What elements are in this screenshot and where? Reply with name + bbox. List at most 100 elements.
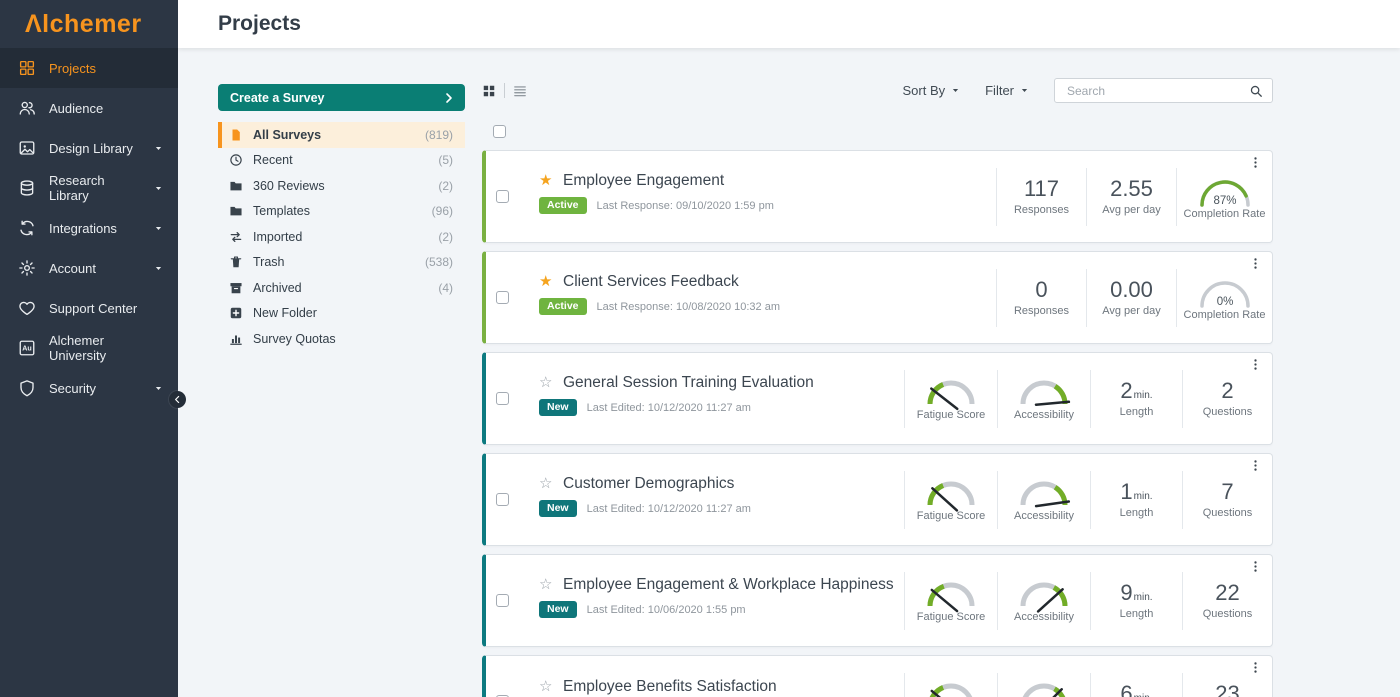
nav-label: Account <box>49 261 96 276</box>
folder-item[interactable]: 360 Reviews (2) <box>218 173 465 199</box>
kebab-menu-icon[interactable] <box>1249 459 1262 472</box>
folder-item[interactable]: Survey Quotas <box>218 326 465 352</box>
accessibility-gauge <box>1011 377 1077 411</box>
star-icon[interactable]: ★ <box>539 173 555 188</box>
survey-checkbox[interactable] <box>496 594 509 607</box>
star-icon[interactable]: ☆ <box>539 476 555 491</box>
folder-item[interactable]: Trash (538) <box>218 250 465 276</box>
sidebar-nav: Projects Audience Design Library <box>0 48 178 408</box>
kebab-menu-icon[interactable] <box>1249 560 1262 573</box>
survey-info: ☆ Employee Engagement & Workplace Happin… <box>539 576 894 619</box>
folder-item[interactable]: Recent (5) <box>218 148 465 174</box>
survey-checkbox[interactable] <box>496 291 509 304</box>
sidebar-item[interactable]: Research Library <box>0 168 178 208</box>
survey-checkbox[interactable] <box>496 493 509 506</box>
sidebar-item[interactable]: Integrations <box>0 208 178 248</box>
fatigue-score-gauge <box>918 377 984 411</box>
folder-item-icon <box>229 281 243 295</box>
sidebar-item[interactable]: Support Center <box>0 288 178 328</box>
nav-icon <box>18 59 36 77</box>
survey-card[interactable]: ☆ Customer Demographics New Last Edited:… <box>482 453 1273 546</box>
svg-text:87%: 87% <box>1213 195 1236 207</box>
survey-title[interactable]: Client Services Feedback <box>563 273 739 291</box>
stat-fatigue-score: Fatigue Score <box>904 673 997 697</box>
stat-responses: 117Responses <box>996 168 1086 226</box>
survey-title[interactable]: Employee Benefits Satisfaction <box>563 678 777 696</box>
list-view-icon[interactable] <box>513 84 527 98</box>
survey-title[interactable]: Employee Engagement <box>563 172 724 190</box>
create-survey-button[interactable]: Create a Survey <box>218 84 465 111</box>
caret-down-icon <box>1020 86 1029 95</box>
star-icon[interactable]: ☆ <box>539 679 555 694</box>
create-survey-label: Create a Survey <box>230 91 325 105</box>
kebab-menu-icon[interactable] <box>1249 661 1262 674</box>
kebab-menu-icon[interactable] <box>1249 358 1262 371</box>
sidebar-item[interactable]: Account <box>0 248 178 288</box>
stat-label: Length <box>1120 507 1154 519</box>
survey-card[interactable]: ★ Employee Engagement Active Last Respon… <box>482 150 1273 243</box>
survey-meta: Last Edited: 10/12/2020 11:27 am <box>587 402 751 414</box>
sidebar-item[interactable]: Projects <box>0 48 178 88</box>
stat-fatigue-score: Fatigue Score <box>904 471 997 529</box>
page-header: Projects <box>178 0 1400 48</box>
toolbar-right: Sort By Filter <box>902 78 1273 103</box>
search-input[interactable] <box>1067 84 1249 98</box>
folder-item[interactable]: New Folder <box>218 301 465 327</box>
survey-card[interactable]: ☆ Employee Engagement & Workplace Happin… <box>482 554 1273 647</box>
folder-item[interactable]: Templates (96) <box>218 199 465 225</box>
star-icon[interactable]: ☆ <box>539 375 555 390</box>
fatigue-score-gauge <box>918 579 984 613</box>
stat-value: 2 <box>1221 379 1233 403</box>
stat-accessibility: Accessibility <box>997 471 1090 529</box>
sidebar-item[interactable]: Audience <box>0 88 178 128</box>
folder-item-icon <box>229 230 243 244</box>
nav-label: Projects <box>49 61 96 76</box>
survey-title[interactable]: Customer Demographics <box>563 475 734 493</box>
survey-checkbox[interactable] <box>496 392 509 405</box>
survey-stats: Fatigue ScoreAccessibility2min.Length2Qu… <box>904 352 1272 445</box>
chevron-right-icon <box>443 92 455 104</box>
nav-label: Alchemer University <box>49 333 163 363</box>
folder-item[interactable]: All Surveys (819) <box>218 122 465 148</box>
select-all-checkbox[interactable] <box>493 125 506 138</box>
status-badge: Active <box>539 197 587 215</box>
stat-label: Responses <box>1014 305 1069 317</box>
nav-label: Research Library <box>49 173 141 203</box>
stat-label: Responses <box>1014 204 1069 216</box>
sort-by-dropdown[interactable]: Sort By <box>902 83 960 98</box>
survey-card[interactable]: ☆ Employee Benefits Satisfaction Fatigue… <box>482 655 1273 697</box>
star-icon[interactable]: ★ <box>539 274 555 289</box>
stat-questions: 2Questions <box>1182 370 1272 428</box>
folder-count: (819) <box>425 128 453 142</box>
folder-item[interactable]: Archived (4) <box>218 275 465 301</box>
caret-down-icon <box>154 144 163 153</box>
survey-title[interactable]: General Session Training Evaluation <box>563 374 814 392</box>
survey-title[interactable]: Employee Engagement & Workplace Happines… <box>563 576 894 594</box>
folder-count: (2) <box>438 179 453 193</box>
stat-label: Fatigue Score <box>917 611 985 623</box>
folder-count: (2) <box>438 230 453 244</box>
survey-card[interactable]: ★ Client Services Feedback Active Last R… <box>482 251 1273 344</box>
filter-dropdown[interactable]: Filter <box>985 83 1029 98</box>
sidebar-item[interactable]: Design Library <box>0 128 178 168</box>
stat-questions: 23Questions <box>1182 673 1272 697</box>
stat-unit: min. <box>1134 693 1153 697</box>
stat-value: 2.55 <box>1110 177 1153 201</box>
survey-card[interactable]: ☆ General Session Training Evaluation Ne… <box>482 352 1273 445</box>
survey-stats: Fatigue ScoreAccessibility9min.Length22Q… <box>904 554 1272 647</box>
kebab-menu-icon[interactable] <box>1249 257 1262 270</box>
folder-label: New Folder <box>253 306 317 320</box>
survey-checkbox[interactable] <box>496 190 509 203</box>
sidebar-item[interactable]: Au Alchemer University <box>0 328 178 368</box>
search-icon[interactable] <box>1249 84 1263 98</box>
sidebar-collapse-button[interactable] <box>169 391 186 408</box>
folder-list: All Surveys (819) Recent (5) 360 Reviews <box>218 122 465 352</box>
star-icon[interactable]: ☆ <box>539 577 555 592</box>
sidebar-item[interactable]: Security <box>0 368 178 408</box>
nav-icon: Au <box>18 339 36 357</box>
folder-item[interactable]: Imported (2) <box>218 224 465 250</box>
kebab-menu-icon[interactable] <box>1249 156 1262 169</box>
grid-view-icon[interactable] <box>482 84 496 98</box>
caret-down-icon <box>154 224 163 233</box>
folder-label: Recent <box>253 153 293 167</box>
